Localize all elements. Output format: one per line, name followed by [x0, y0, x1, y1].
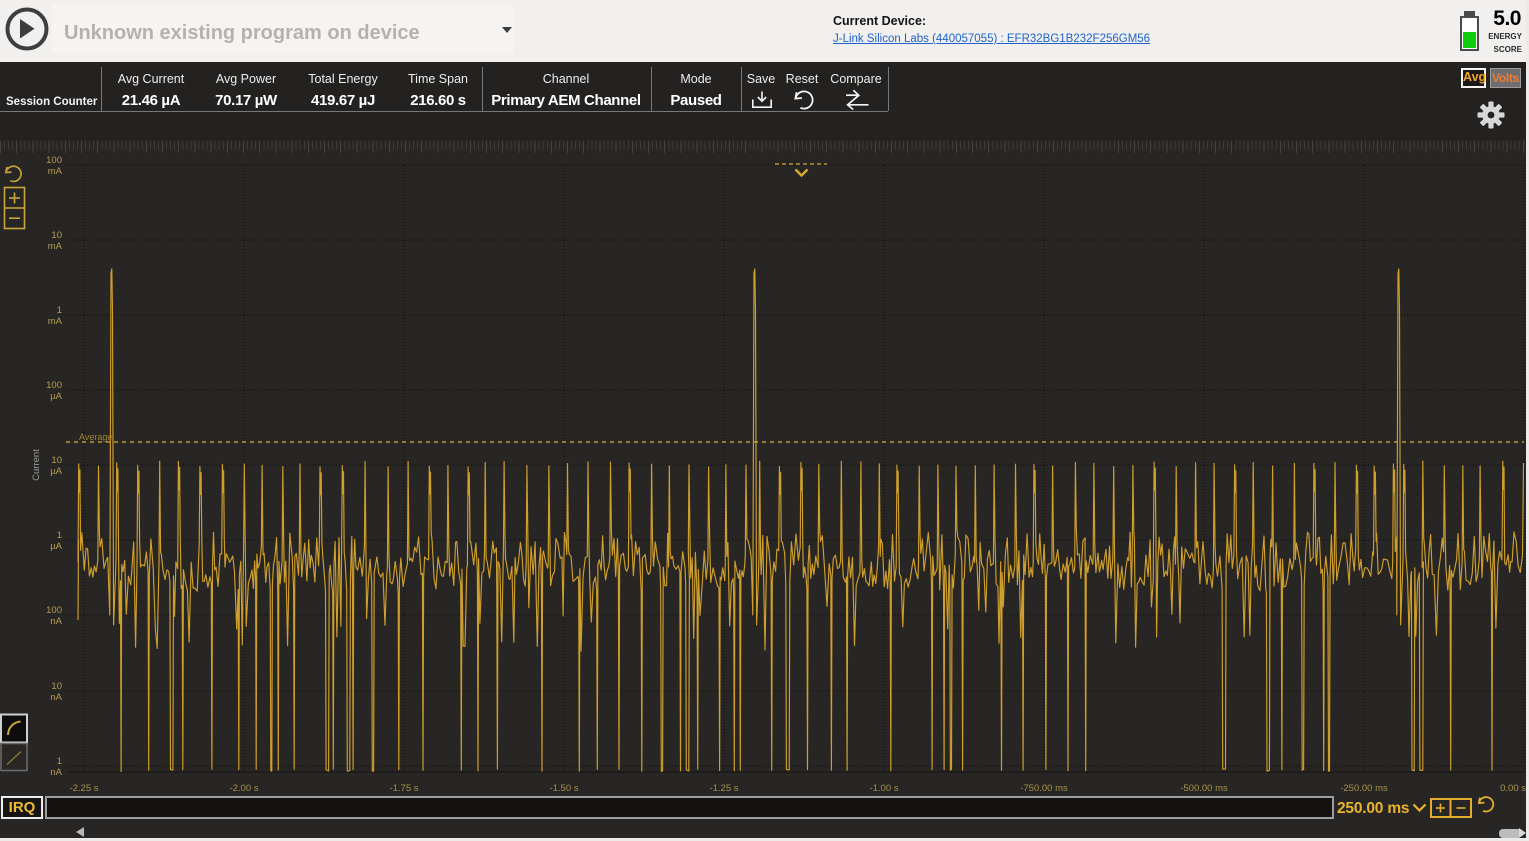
svg-text:-1.00 s: -1.00 s — [869, 783, 898, 794]
svg-text:µA: µA — [50, 541, 62, 552]
svg-text:1: 1 — [57, 530, 62, 541]
svg-text:100: 100 — [46, 380, 62, 391]
svg-text:10: 10 — [51, 230, 62, 241]
svg-text:-2.25 s: -2.25 s — [69, 783, 98, 794]
svg-text:100: 100 — [46, 155, 62, 166]
svg-text:mA: mA — [48, 316, 63, 327]
svg-text:-500.00 ms: -500.00 ms — [1180, 783, 1228, 794]
svg-text:nA: nA — [50, 616, 62, 627]
svg-text:1: 1 — [57, 756, 62, 767]
svg-text:-2.00 s: -2.00 s — [229, 783, 258, 794]
svg-text:Average: Average — [79, 432, 112, 442]
svg-text:-1.25 s: -1.25 s — [709, 783, 738, 794]
svg-text:-250.00 ms: -250.00 ms — [1340, 783, 1388, 794]
svg-text:-1.50 s: -1.50 s — [549, 783, 578, 794]
svg-text:Current: Current — [31, 449, 42, 481]
svg-text:0.00 s: 0.00 s — [1500, 783, 1526, 794]
svg-text:10: 10 — [51, 681, 62, 692]
svg-text:mA: mA — [48, 241, 63, 252]
svg-text:µA: µA — [50, 466, 62, 477]
svg-text:100: 100 — [46, 605, 62, 616]
svg-text:-750.00 ms: -750.00 ms — [1020, 783, 1068, 794]
svg-text:1: 1 — [57, 305, 62, 316]
svg-text:-1.75 s: -1.75 s — [389, 783, 418, 794]
svg-text:10: 10 — [51, 455, 62, 466]
svg-text:nA: nA — [50, 692, 62, 703]
svg-text:µA: µA — [50, 391, 62, 402]
svg-text:nA: nA — [50, 767, 62, 778]
svg-text:mA: mA — [48, 166, 63, 177]
